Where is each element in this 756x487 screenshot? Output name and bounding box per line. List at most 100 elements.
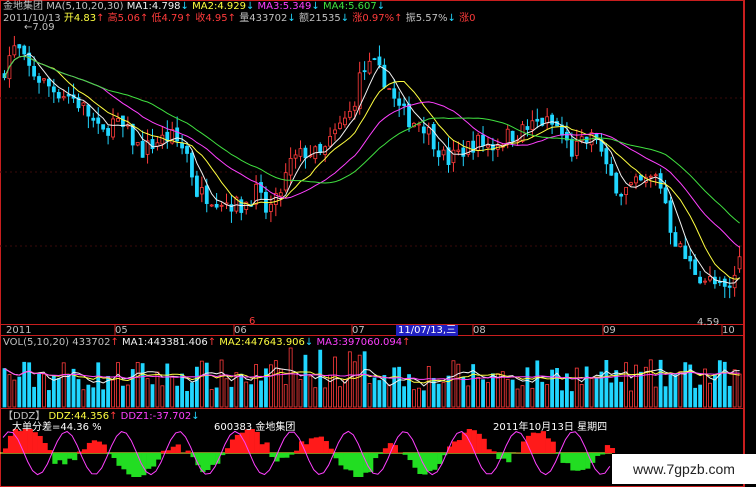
volume-bar-147: [727, 385, 732, 408]
candle-body-54: [268, 203, 273, 212]
vol-value-arrow: ↑: [110, 337, 119, 348]
ddz-bar-65: [323, 441, 329, 453]
volume-bar-72: [357, 354, 362, 408]
volume-bar-83: [412, 389, 416, 408]
ddz-bar-116: [575, 453, 581, 471]
volume-bar-122: [604, 360, 609, 408]
volume-bar-136: [673, 374, 678, 408]
candle-body-43: [214, 203, 219, 208]
volume-bar-30: [150, 384, 155, 408]
vol-ma3-arrow: ↑: [402, 337, 411, 348]
candle-body-78: [387, 88, 392, 90]
candle-body-6: [32, 65, 36, 77]
bar-info: 2011/10/13 开4.83↑ 高5.06↑ 低4.79↑ 收4.95↑ 量…: [3, 13, 475, 24]
ddz-bar-31: [155, 453, 162, 460]
volume-bar-50: [249, 384, 254, 408]
volume-bar-138: [683, 362, 688, 408]
volume-bar-115: [569, 391, 574, 408]
volume-bar-57: [283, 384, 288, 408]
ddz-value: DDZ:44.356: [48, 411, 110, 422]
ddz-bar-92: [456, 440, 463, 453]
ddz-bar-29: [146, 453, 152, 469]
ddz-bar-23: [116, 453, 122, 466]
vol-ma1-arrow: ↑: [207, 337, 217, 348]
volume-bar-99: [490, 373, 495, 408]
volume-bar-92: [456, 363, 461, 408]
volume-bar-35: [175, 385, 180, 408]
candle-body-44: [219, 204, 224, 207]
volume-bar-128: [634, 364, 638, 408]
volume-bar-71: [352, 361, 357, 408]
volume-bar-141: [698, 384, 702, 408]
candle-body-24: [121, 115, 125, 127]
ddz-bar-88: [437, 453, 443, 464]
candle-body-22: [111, 118, 115, 138]
volume-bar-76: [377, 380, 382, 408]
candle-body-2: [12, 45, 17, 56]
volume-bar-28: [140, 363, 145, 408]
volume-bar-40: [199, 360, 204, 408]
volume-bar-143: [708, 382, 712, 408]
ddz-bar-121: [599, 453, 606, 455]
ddz-stock-code: 600383 金地集团: [214, 422, 296, 433]
volume-bar-131: [648, 359, 653, 408]
volume-bar-114: [565, 373, 569, 408]
candle-body-111: [550, 114, 554, 125]
ma2-line: [4, 55, 740, 280]
ddz-bar-95: [471, 430, 477, 453]
candle-body-147: [727, 285, 732, 288]
candle-body-79: [392, 88, 397, 99]
volume-bar-29: [145, 378, 150, 408]
ddz-bar-13: [67, 453, 73, 459]
volume-bar-43: [214, 387, 219, 408]
volume-bar-66: [328, 374, 333, 408]
ddz-bar-122: [604, 445, 611, 453]
ddz-bar-11: [57, 453, 63, 461]
volume-bar-96: [476, 376, 481, 408]
volume-bar-126: [624, 362, 628, 408]
ma1-value: MA1:4.798: [126, 1, 181, 12]
candle-body-135: [668, 200, 673, 233]
ddz-bar-69: [343, 453, 349, 470]
volume-bar-118: [584, 366, 589, 408]
candle-body-131: [648, 175, 653, 178]
candle-body-66: [328, 136, 333, 147]
volume-bar-105: [520, 385, 525, 408]
candle-body-141: [698, 276, 702, 284]
ddz-bar-117: [580, 453, 586, 470]
ddz-bar-96: [476, 433, 482, 453]
volume-bar-23: [116, 362, 120, 408]
high-price-label: ←7.09: [24, 22, 55, 33]
volume-bar-123: [609, 382, 614, 408]
volume-bar-106: [525, 367, 530, 408]
volume-bar-74: [367, 383, 372, 408]
volume-bar-18: [91, 387, 96, 408]
candle-body-69: [342, 117, 347, 126]
ddz-bar-52: [259, 444, 265, 453]
volume-bar-135: [668, 374, 673, 408]
candle-body-82: [407, 103, 411, 128]
ddz-bar-77: [382, 448, 389, 453]
swing-value: 振5.57%: [405, 13, 448, 24]
low-arrow: ↑: [183, 13, 193, 24]
volume-bar-44: [219, 359, 224, 408]
volume-bar-62: [308, 375, 313, 408]
candle-body-87: [431, 124, 436, 150]
ddz-bar-83: [412, 453, 418, 468]
stock-name: 金地集团: [3, 1, 43, 12]
ddz-bar-59: [294, 450, 300, 453]
ddz-bar-111: [550, 441, 556, 453]
volume-bar-89: [441, 382, 446, 408]
volume-bar-7: [37, 373, 41, 408]
ddz-bar-34: [170, 446, 176, 453]
volume-bar-103: [510, 379, 515, 408]
ddz-bar-7: [37, 435, 43, 453]
ddz-bar-16: [81, 449, 88, 453]
candle-body-68: [338, 122, 342, 129]
candle-body-18: [91, 117, 96, 121]
candle-body-126: [624, 186, 628, 196]
volume-bar-84: [416, 387, 421, 408]
ma4-value: MA4:5.607: [322, 1, 377, 12]
candle-body-8: [42, 78, 46, 81]
candle-body-105: [520, 124, 525, 142]
